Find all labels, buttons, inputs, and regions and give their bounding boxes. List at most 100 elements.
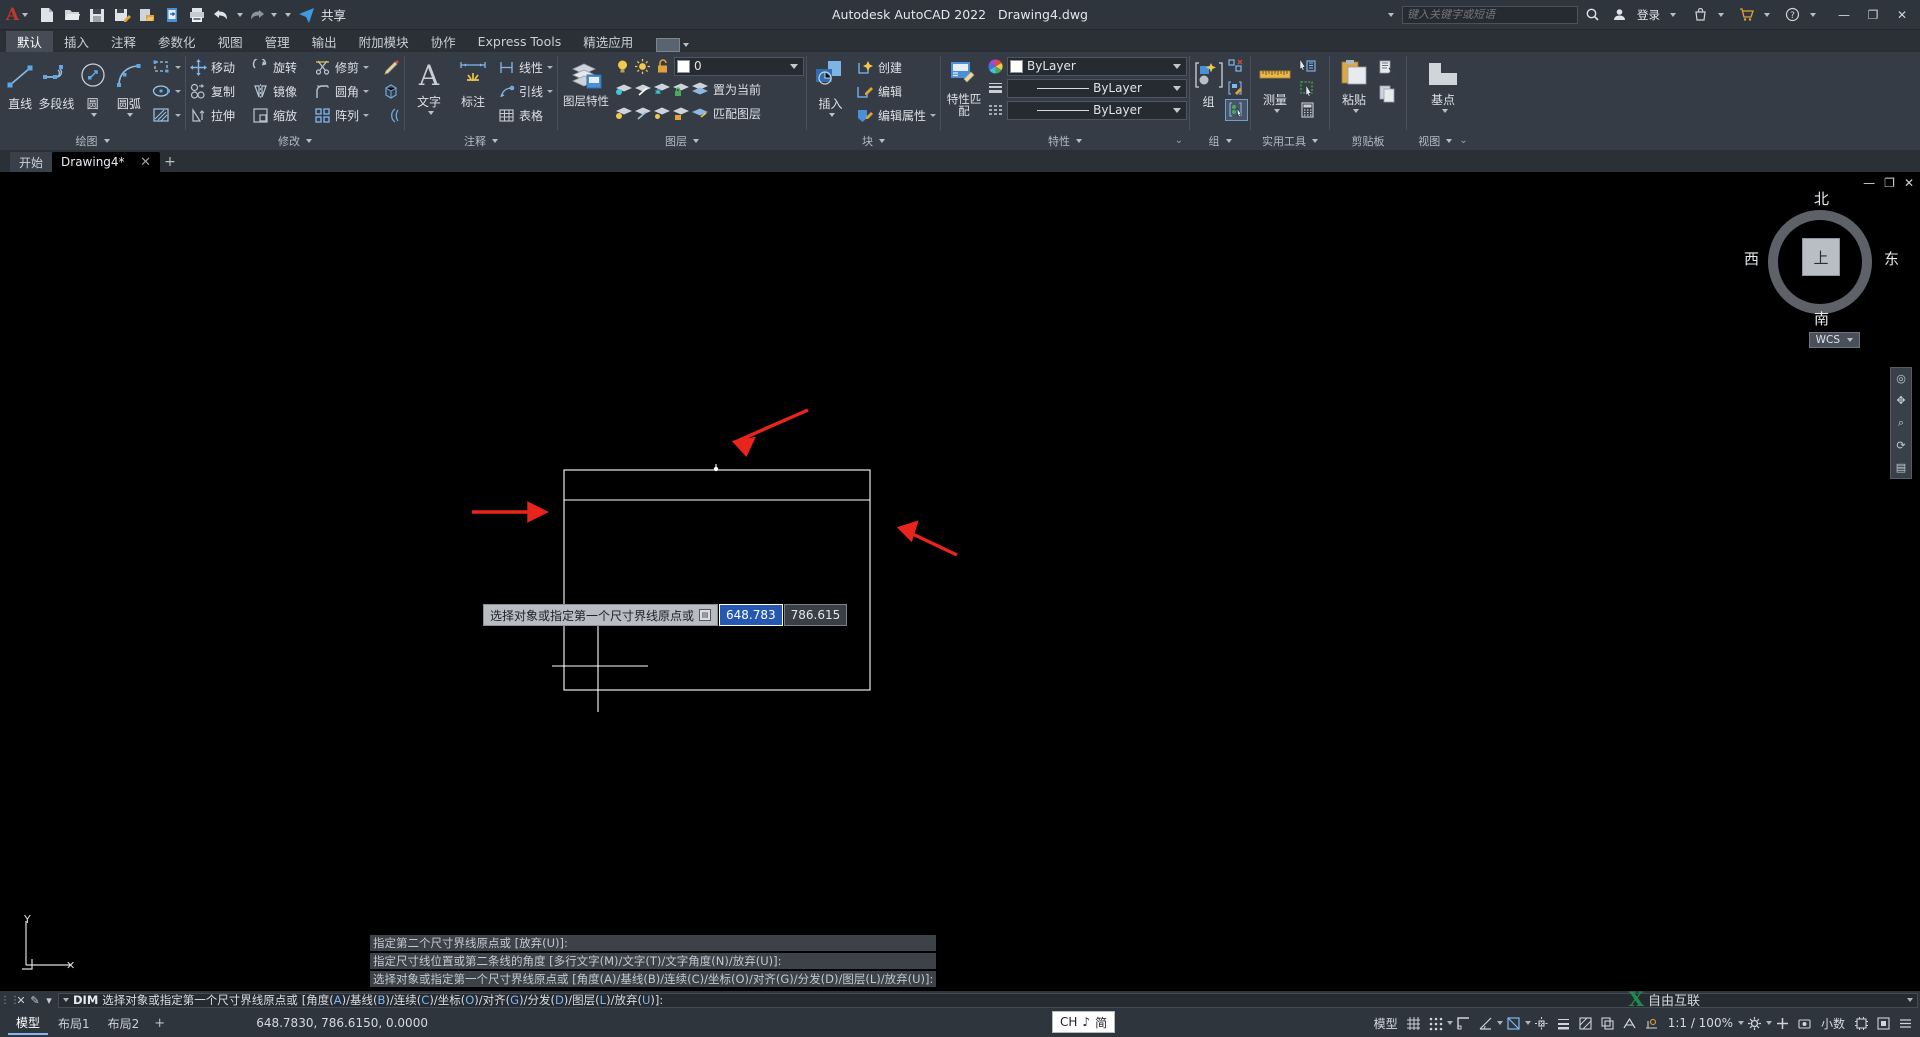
linear-chevron-icon[interactable] (547, 65, 554, 69)
workspace-switching-icon[interactable] (1744, 1010, 1766, 1036)
help-icon[interactable]: ? (1780, 4, 1805, 26)
command-option[interactable]: 分发(D) (527, 994, 568, 1007)
layer-thaw-icon[interactable] (652, 104, 671, 122)
properties-dialog-launcher-icon[interactable]: ⌄ (1175, 135, 1183, 146)
lightbulb-icon[interactable] (614, 58, 631, 75)
base-point-chevron-icon[interactable] (1441, 109, 1448, 113)
rectangle-chevron-icon[interactable] (175, 65, 181, 69)
pan-icon[interactable]: ✥ (1896, 394, 1905, 407)
paste-chevron-icon[interactable] (1352, 109, 1359, 113)
ungroup-button[interactable] (1225, 55, 1248, 77)
search-input[interactable] (1402, 5, 1578, 24)
draw-rectangle-button[interactable] (149, 55, 183, 79)
plot-icon[interactable] (184, 2, 209, 28)
store-chevron-icon[interactable] (1718, 12, 1724, 17)
ribbon-tab-default[interactable]: 默认 (6, 31, 54, 52)
linetype-combo[interactable]: ByLayer (1007, 100, 1187, 120)
dynamic-input-x-field[interactable]: 648.783 (719, 604, 783, 626)
snap-icon[interactable] (1425, 1010, 1447, 1036)
group-button[interactable]: 组 (1192, 55, 1225, 110)
coordinates-display[interactable]: 648.7830, 786.6150, 0.0000 (256, 1016, 428, 1030)
modify-rotate-button[interactable]: 旋转 (250, 55, 312, 79)
draw-line-button[interactable]: 直线 (2, 55, 38, 112)
annotation-text-button[interactable]: A 文字 (407, 55, 451, 115)
measure-chevron-icon[interactable] (1273, 109, 1280, 113)
panel-title-draw[interactable]: 绘图 (0, 131, 185, 150)
panel-group-chevron-icon[interactable] (1225, 138, 1232, 143)
ribbon-tab-addins[interactable]: 附加模块 (348, 31, 420, 52)
draw-polyline-button[interactable]: 多段线 (38, 55, 74, 112)
command-option[interactable]: 图层(L) (572, 994, 610, 1007)
modify-fillet-button[interactable]: 圆角 (312, 79, 380, 103)
annotation-linear-button[interactable]: 线性 (496, 55, 555, 79)
minimize-button[interactable]: — (1830, 2, 1858, 28)
measure-button[interactable]: 测量 (1253, 55, 1297, 113)
otrack-icon[interactable] (1531, 1010, 1553, 1036)
unlock-icon[interactable] (654, 58, 671, 75)
paste-button[interactable]: 粘贴 (1332, 55, 1376, 113)
close-button[interactable]: ✕ (1888, 2, 1916, 28)
cloud-save-icon[interactable] (134, 2, 159, 28)
person-icon[interactable] (1607, 4, 1632, 26)
zoom-icon[interactable]: ⌕ (1898, 416, 1904, 430)
group-selection-button[interactable] (1225, 99, 1248, 121)
command-option[interactable]: 坐标(O) (438, 994, 479, 1007)
polar-icon[interactable] (1475, 1010, 1497, 1036)
panel-modify-chevron-icon[interactable] (306, 138, 312, 143)
showmotion-icon[interactable]: ▤ (1896, 461, 1906, 474)
layer-unlock-icon[interactable] (671, 104, 690, 122)
base-point-button[interactable]: 基点 (1416, 55, 1470, 113)
document-tab-drawing4[interactable]: Drawing4* ✕ (52, 152, 161, 172)
draw-circle-button[interactable]: 圆 (75, 55, 111, 117)
help-chevron-icon[interactable] (1810, 12, 1816, 17)
sign-in-label[interactable]: 登录 (1637, 7, 1660, 23)
clean-screen-icon[interactable] (1872, 1010, 1894, 1036)
panel-title-group[interactable]: 组 (1190, 131, 1250, 150)
match-properties-button[interactable]: 特性匹配 (943, 55, 985, 117)
fillet-chevron-icon[interactable] (363, 89, 370, 93)
wcs-selector[interactable]: WCS (1808, 332, 1860, 348)
draw-hatch-button[interactable] (149, 103, 183, 127)
color-wheel-icon[interactable] (987, 58, 1004, 75)
layer-combo[interactable]: 0 (674, 56, 804, 76)
ribbon-tab-annotate[interactable]: 注释 (100, 31, 147, 52)
search-history-chevron-icon[interactable] (1388, 12, 1394, 17)
leader-chevron-icon[interactable] (547, 89, 554, 93)
ribbon-tab-manage[interactable]: 管理 (254, 31, 301, 52)
search-icon[interactable] (1580, 4, 1605, 26)
saveas-icon[interactable] (109, 2, 134, 28)
command-line-close-icon[interactable]: ✕ (14, 994, 28, 1007)
transparency-icon[interactable] (1575, 1010, 1597, 1036)
ribbon-tab-parametric[interactable]: 参数化 (147, 31, 207, 52)
edit-attributes-chevron-icon[interactable] (930, 113, 936, 117)
modify-mirror-button[interactable]: 镜像 (250, 79, 312, 103)
view-cube[interactable]: 上 北 南 西 东 (1744, 190, 1899, 328)
command-option[interactable]: 对齐(G) (483, 994, 524, 1007)
linewidth-combo-chevron-icon[interactable] (1173, 85, 1181, 91)
model-space-label[interactable]: 模型 (1369, 1015, 1403, 1032)
trim-chevron-icon[interactable] (363, 65, 370, 69)
insert-chevron-icon[interactable] (828, 113, 835, 117)
layer-match-icon[interactable] (690, 104, 709, 122)
command-option[interactable]: 连续(C) (394, 994, 434, 1007)
modify-erase-button[interactable] (380, 55, 406, 79)
panel-properties-chevron-icon[interactable] (1076, 138, 1082, 143)
quick-select-button[interactable] (1297, 55, 1318, 77)
viewport-close-button[interactable]: ✕ (1904, 176, 1914, 190)
panel-view-chevron-icon[interactable] (1446, 138, 1453, 143)
panel-block-chevron-icon[interactable] (879, 138, 885, 143)
layout-tab-model[interactable]: 模型 (8, 1012, 49, 1035)
redo-icon[interactable] (243, 2, 268, 28)
add-tool-icon[interactable] (1772, 1010, 1794, 1036)
cart-chevron-icon[interactable] (1764, 12, 1770, 17)
decimal-units-label[interactable]: 小数 (1816, 1015, 1850, 1032)
ribbon-tab-express-tools[interactable]: Express Tools (467, 31, 573, 52)
annotation-scale-lock-icon[interactable] (1641, 1010, 1663, 1036)
modify-scale-button[interactable]: 缩放 (250, 103, 312, 127)
command-line-recent-chevron-icon[interactable]: ▾ (42, 994, 56, 1007)
ribbon-tab-featured-apps[interactable]: 精选应用 (572, 31, 644, 52)
document-tab-start[interactable]: 开始 (10, 152, 53, 172)
qat-customize-chevron-icon[interactable] (285, 12, 291, 17)
array-chevron-icon[interactable] (363, 113, 370, 117)
select-all-button[interactable] (1297, 77, 1318, 99)
